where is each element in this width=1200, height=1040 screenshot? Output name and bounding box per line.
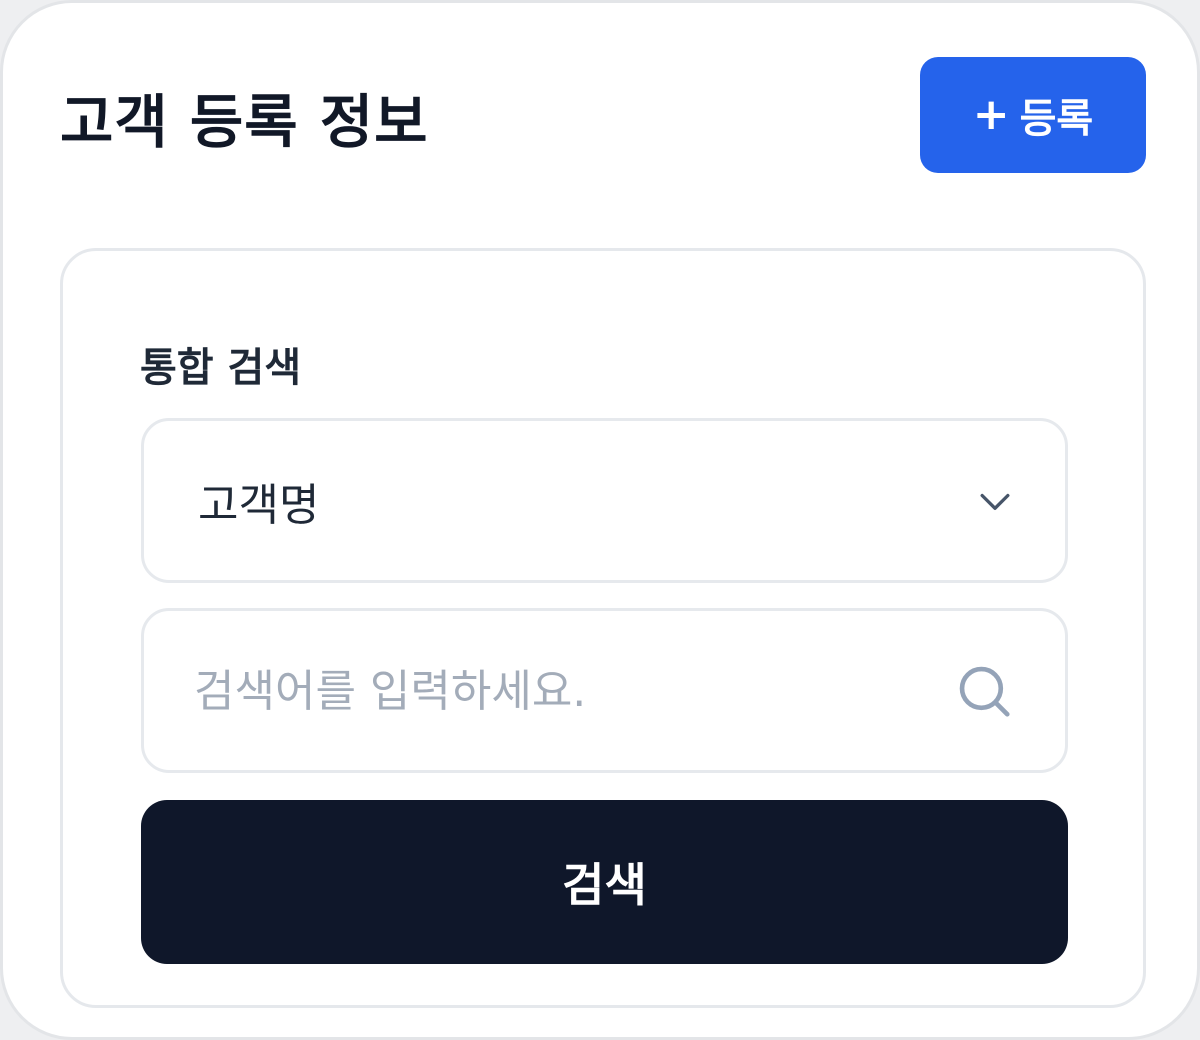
- search-section-label: 통합 검색: [140, 345, 302, 391]
- register-button-label: 등록: [1019, 96, 1094, 142]
- search-input[interactable]: [194, 641, 934, 741]
- register-button[interactable]: + 등록: [920, 57, 1146, 173]
- search-submit-button[interactable]: 검색: [141, 800, 1068, 964]
- page-header: 고객 등록 정보 + 등록: [60, 57, 1146, 173]
- plus-icon: +: [972, 89, 1010, 140]
- chevron-down-icon: [980, 493, 1010, 510]
- search-card: 통합 검색 고객명 검색: [60, 248, 1146, 1008]
- screen-container: 고객 등록 정보 + 등록 통합 검색 고객명 검색: [0, 0, 1200, 1040]
- search-icon[interactable]: [953, 660, 1015, 722]
- page-title: 고객 등록 정보: [60, 88, 429, 156]
- search-filter-select[interactable]: 고객명: [141, 418, 1068, 583]
- search-input-container: [141, 608, 1068, 773]
- search-filter-value: 고객명: [198, 479, 320, 531]
